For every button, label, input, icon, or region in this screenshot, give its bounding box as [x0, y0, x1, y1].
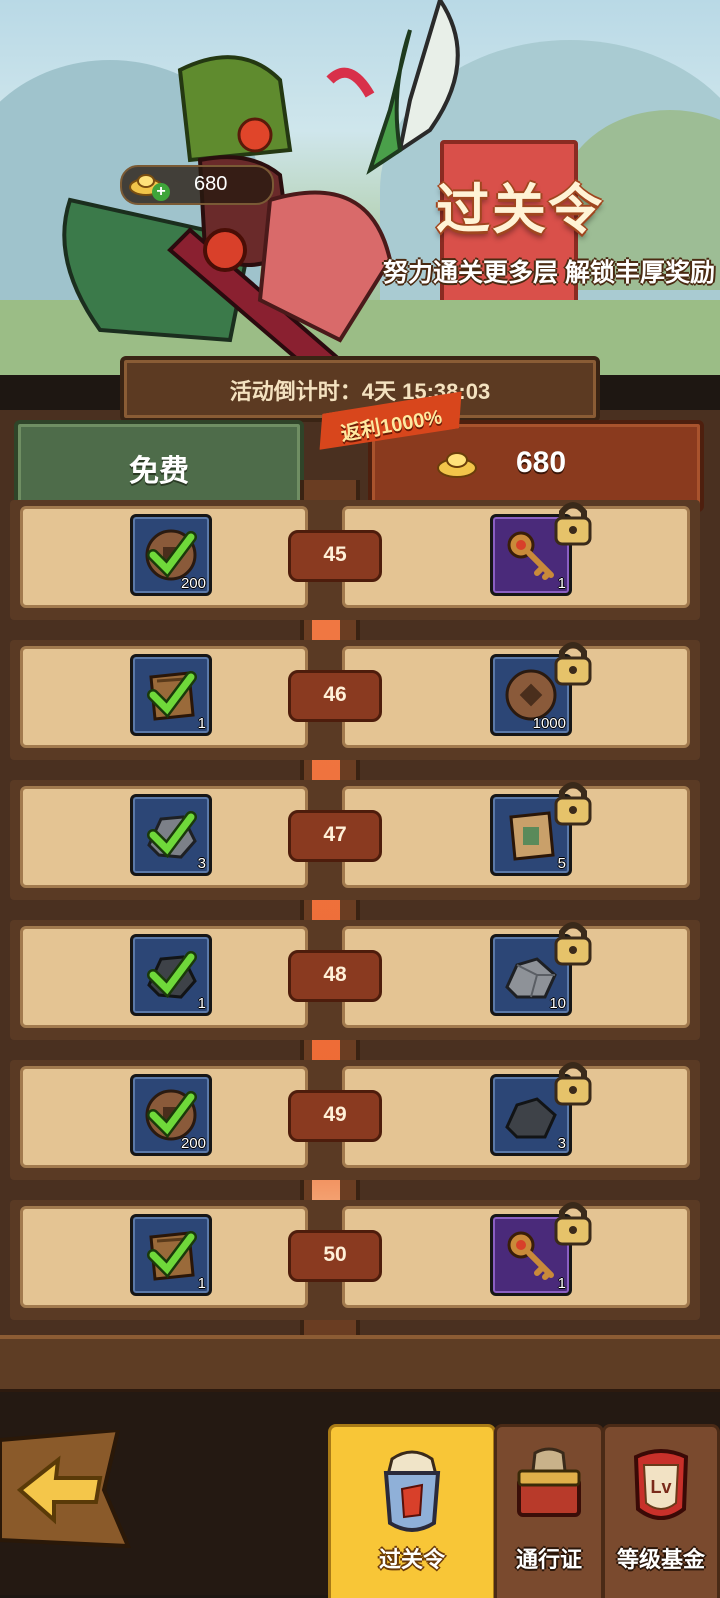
item-count: 3 — [197, 855, 206, 872]
gold-balance-value: 680 — [194, 173, 228, 195]
level-marker: 50 — [288, 1230, 382, 1282]
lv-badge-icon: Lv — [633, 1449, 689, 1520]
item-count: 10 — [549, 995, 566, 1012]
free-reward-item[interactable]: 3 — [130, 794, 212, 876]
reward-row: 1 10 48 — [10, 920, 700, 1040]
level-pass-icon — [383, 1450, 441, 1532]
lock-icon — [554, 1202, 592, 1246]
free-reward-item[interactable]: 1 — [130, 934, 212, 1016]
item-count: 1 — [557, 575, 566, 592]
item-count: 1 — [197, 995, 206, 1012]
banner-title: 过关令 — [436, 180, 604, 240]
level-marker: 48 — [288, 950, 382, 1002]
level-marker: 46 — [288, 670, 382, 722]
svg-text:Lv: Lv — [650, 1477, 671, 1497]
free-reward-item[interactable]: 200 — [130, 514, 212, 596]
reward-row: 200 3 49 — [10, 1060, 700, 1180]
tab-label: 通行证 — [515, 1547, 582, 1572]
level-marker: 49 — [288, 1090, 382, 1142]
lock-icon — [554, 782, 592, 826]
tab-free-label: 免费 — [129, 455, 189, 488]
banner-subtitle: 努力通关更多层 解锁丰厚奖励 — [383, 259, 715, 287]
claimed-check-icon — [147, 1091, 197, 1139]
tab-level-pass[interactable]: 过关令 — [328, 1424, 496, 1598]
gold-balance[interactable]: + 680 — [120, 165, 274, 205]
back-button[interactable] — [0, 1430, 132, 1548]
reward-row: 200 1 45 — [10, 500, 700, 620]
reward-row: 1 1000 46 — [10, 640, 700, 760]
claimed-check-icon — [147, 671, 197, 719]
gold-ingot-icon — [437, 452, 477, 478]
pass-price: 680 — [516, 446, 567, 479]
lock-icon — [554, 1062, 592, 1106]
tab-free-track[interactable]: 免费 — [14, 420, 304, 512]
item-count: 1000 — [532, 715, 566, 732]
free-reward-item[interactable]: 1 — [130, 1214, 212, 1296]
item-count: 1 — [197, 715, 206, 732]
level-number: 45 — [323, 543, 347, 566]
level-marker: 47 — [288, 810, 382, 862]
claimed-check-icon — [147, 951, 197, 999]
add-gold-icon[interactable]: + — [152, 183, 170, 201]
item-count: 5 — [557, 855, 566, 872]
reward-list[interactable]: 200 1 45 1 1000 46 3 5 47 1 10 48 200 3 … — [0, 500, 720, 1344]
item-count: 3 — [557, 1135, 566, 1152]
tab-pass-card[interactable]: 通行证 — [494, 1424, 604, 1598]
countdown-text: 活动倒计时：4天 15:38:03 — [229, 379, 491, 404]
treasure-chest-icon — [517, 1447, 581, 1517]
free-reward-item[interactable]: 200 — [130, 1074, 212, 1156]
level-marker: 45 — [288, 530, 382, 582]
item-count: 1 — [197, 1275, 206, 1292]
tab-label: 过关令 — [378, 1547, 445, 1572]
lock-icon — [554, 642, 592, 686]
level-number: 49 — [323, 1103, 347, 1126]
level-number: 46 — [323, 683, 347, 706]
item-count: 200 — [180, 575, 206, 592]
claimed-check-icon — [147, 811, 197, 859]
reward-row: 1 1 50 — [10, 1200, 700, 1320]
level-number: 50 — [323, 1243, 347, 1266]
free-reward-item[interactable]: 1 — [130, 654, 212, 736]
level-number: 47 — [323, 823, 347, 846]
tab-label: 等级基金 — [616, 1547, 705, 1572]
lock-icon — [554, 922, 592, 966]
lock-icon — [554, 502, 592, 546]
tab-level-fund[interactable]: Lv 等级基金 — [602, 1424, 720, 1598]
item-count: 1 — [557, 1275, 566, 1292]
level-number: 48 — [323, 963, 347, 986]
frame-bottom-shelf — [0, 1335, 720, 1395]
item-count: 200 — [180, 1135, 206, 1152]
claimed-check-icon — [147, 1231, 197, 1279]
hero-banner: 过关令 努力通关更多层 解锁丰厚奖励 + 680 — [0, 0, 720, 375]
reward-row: 3 5 47 — [10, 780, 700, 900]
claimed-check-icon — [147, 531, 197, 579]
